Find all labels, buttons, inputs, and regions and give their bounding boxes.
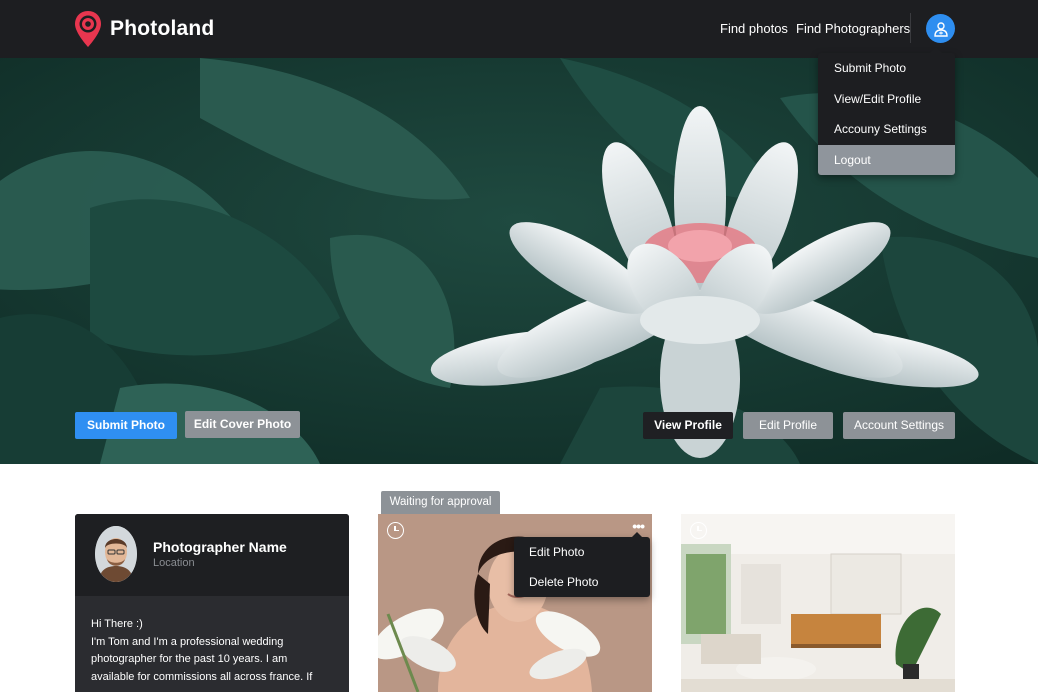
delete-photo-menu-item[interactable]: Delete Photo — [514, 567, 650, 597]
edit-profile-button[interactable]: Edit Profile — [743, 412, 833, 439]
bio-line: Hi There :) — [91, 618, 143, 630]
profile-card: Photographer Name Location Hi There :) I… — [75, 514, 349, 692]
bio-line: available for commissions all across fra… — [91, 670, 313, 683]
nav-find-photographers[interactable]: Find Photographers — [796, 21, 910, 36]
nav-find-photos[interactable]: Find photos — [720, 21, 788, 36]
account-settings-button[interactable]: Account Settings — [843, 412, 955, 439]
logo[interactable]: Photoland — [74, 10, 214, 48]
photo-context-menu: Edit Photo Delete Photo — [514, 532, 650, 597]
user-dropdown-menu: Submit Photo View/Edit Profile Accouny S… — [818, 47, 955, 175]
edit-photo-menu-item[interactable]: Edit Photo — [514, 537, 650, 567]
hero-submit-photo-button[interactable]: Submit Photo — [75, 412, 177, 439]
approval-status-badge: Waiting for approval — [381, 491, 500, 514]
profile-header: Photographer Name Location — [75, 514, 349, 596]
menu-item-logout[interactable]: Logout — [818, 144, 955, 175]
edit-cover-photo-button[interactable]: Edit Cover Photo — [185, 411, 300, 438]
brand-name: Photoland — [110, 17, 215, 40]
menu-item-view-edit-profile[interactable]: View/Edit Profile — [818, 84, 955, 115]
menu-item-account-settings[interactable]: Accouny Settings — [818, 114, 955, 145]
avatar-image — [95, 526, 137, 582]
interior-photo — [681, 514, 955, 692]
profile-bio: Hi There :) I'm Tom and I'm a profession… — [91, 616, 331, 686]
menu-item-submit-photo[interactable]: Submit Photo — [818, 53, 955, 84]
clock-icon — [690, 522, 707, 539]
nav-divider — [910, 13, 911, 43]
photo-card-interior[interactable] — [681, 514, 955, 692]
clock-icon — [387, 522, 404, 539]
photographer-name: Photographer Name — [153, 539, 287, 555]
top-navbar: Photoland Find photos Find Photographers — [0, 0, 1038, 58]
user-icon — [933, 21, 948, 37]
bio-line: I'm Tom and I'm a professional wedding — [91, 635, 284, 648]
bio-line: photographer for the past 10 years. I am — [91, 653, 288, 665]
user-menu-button[interactable] — [926, 14, 955, 43]
location-pin-icon — [75, 11, 101, 47]
view-profile-button[interactable]: View Profile — [643, 412, 733, 439]
avatar — [95, 526, 137, 582]
photographer-location: Location — [153, 557, 195, 569]
